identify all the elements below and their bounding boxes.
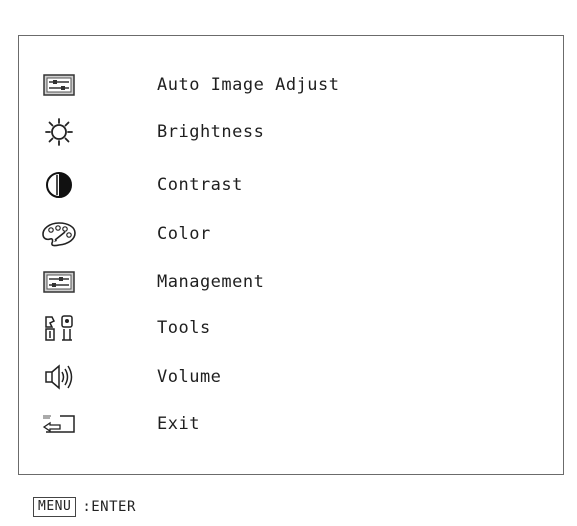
menu-item-label: Brightness bbox=[157, 122, 265, 142]
volume-icon bbox=[39, 362, 79, 392]
brightness-icon bbox=[39, 117, 79, 147]
menu-item-volume[interactable]: Volume bbox=[39, 357, 539, 397]
menu-item-contrast[interactable]: Contrast bbox=[39, 165, 539, 205]
osd-menu-panel: Auto Image Adjust Brightness Contrast Co… bbox=[18, 35, 564, 475]
exit-icon bbox=[39, 409, 79, 439]
menu-key-button[interactable]: MENU bbox=[33, 497, 77, 517]
menu-item-label: Auto Image Adjust bbox=[157, 75, 340, 95]
footer-hint: MENU :ENTER bbox=[33, 496, 136, 518]
menu-item-auto-image-adjust[interactable]: Auto Image Adjust bbox=[39, 65, 539, 105]
management-icon bbox=[39, 267, 79, 297]
menu-item-management[interactable]: Management bbox=[39, 262, 539, 302]
menu-item-label: Exit bbox=[157, 414, 200, 434]
menu-item-exit[interactable]: Exit bbox=[39, 404, 539, 444]
footer-action-text: :ENTER bbox=[82, 499, 136, 515]
color-palette-icon bbox=[39, 219, 79, 249]
menu-item-tools[interactable]: Tools bbox=[39, 308, 539, 348]
menu-item-label: Color bbox=[157, 224, 211, 244]
menu-item-brightness[interactable]: Brightness bbox=[39, 112, 539, 152]
menu-item-label: Tools bbox=[157, 318, 211, 338]
auto-adjust-icon bbox=[39, 70, 79, 100]
contrast-icon bbox=[39, 170, 79, 200]
menu-item-label: Contrast bbox=[157, 175, 243, 195]
tools-icon bbox=[39, 313, 79, 343]
menu-item-label: Management bbox=[157, 272, 265, 292]
menu-item-color[interactable]: Color bbox=[39, 214, 539, 254]
menu-item-label: Volume bbox=[157, 367, 222, 387]
